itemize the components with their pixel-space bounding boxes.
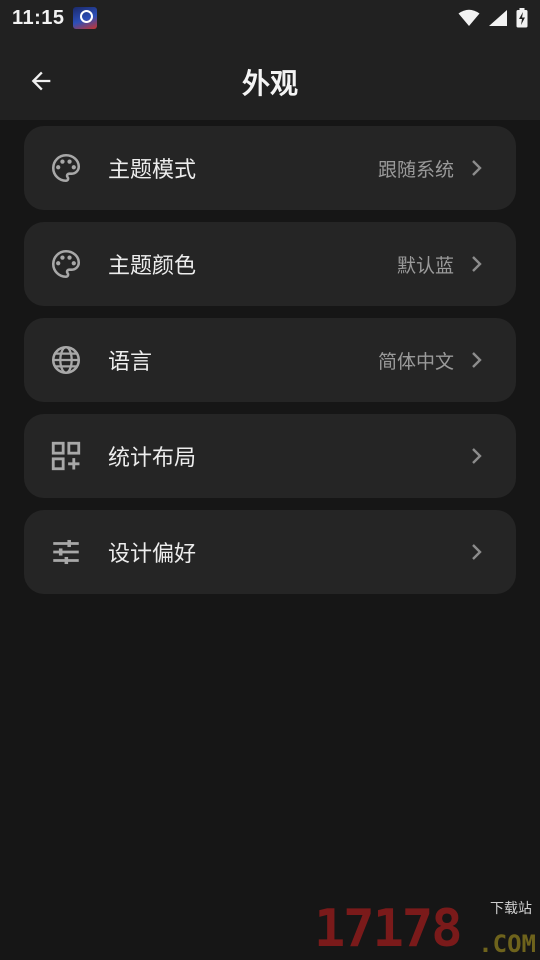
tune-icon [48, 534, 84, 570]
wifi-icon [458, 9, 480, 26]
chevron-right-icon [470, 350, 484, 370]
setting-design-preference[interactable]: 设计偏好 [24, 510, 516, 594]
title-row: 外观 [0, 56, 540, 106]
app-bar: 11:15 外观 [0, 0, 540, 120]
setting-value: 默认蓝 [396, 254, 454, 277]
setting-label: 语言 [108, 350, 153, 375]
chevron-right-icon [470, 254, 484, 274]
page-title: 外观 [241, 67, 298, 100]
palette-icon [48, 150, 84, 186]
settings-list: 主题模式 跟随系统 主题颜色 默认蓝 语言 简体中文 统计布局 设计偏好 [24, 126, 516, 606]
watermark-site: 下载站 [490, 901, 532, 917]
setting-language[interactable]: 语言 简体中文 [24, 318, 516, 402]
setting-value: 简体中文 [377, 350, 454, 373]
app-notification-icon [72, 7, 97, 29]
watermark-logo: 17178 下载站 .COM [314, 896, 536, 958]
cellular-signal-icon [489, 10, 507, 26]
globe-icon [48, 342, 84, 378]
setting-theme-color[interactable]: 主题颜色 默认蓝 [24, 222, 516, 306]
status-icons [458, 8, 528, 28]
chevron-right-icon [470, 542, 484, 562]
palette-icon [48, 246, 84, 282]
watermark-number: 17178 [314, 899, 463, 959]
grid-add-icon [48, 438, 84, 474]
setting-label: 设计偏好 [108, 542, 197, 567]
setting-label: 主题颜色 [108, 254, 197, 279]
setting-label: 统计布局 [108, 446, 197, 471]
status-time: 11:15 [12, 6, 65, 29]
status-bar: 11:15 [0, 0, 540, 36]
setting-value: 跟随系统 [377, 158, 454, 181]
setting-stats-layout[interactable]: 统计布局 [24, 414, 516, 498]
watermark-suffix: .COM [478, 930, 536, 958]
chevron-right-icon [470, 158, 484, 178]
setting-theme-mode[interactable]: 主题模式 跟随系统 [24, 126, 516, 210]
battery-charging-icon [516, 8, 528, 28]
setting-label: 主题模式 [108, 158, 197, 183]
chevron-right-icon [470, 446, 484, 466]
